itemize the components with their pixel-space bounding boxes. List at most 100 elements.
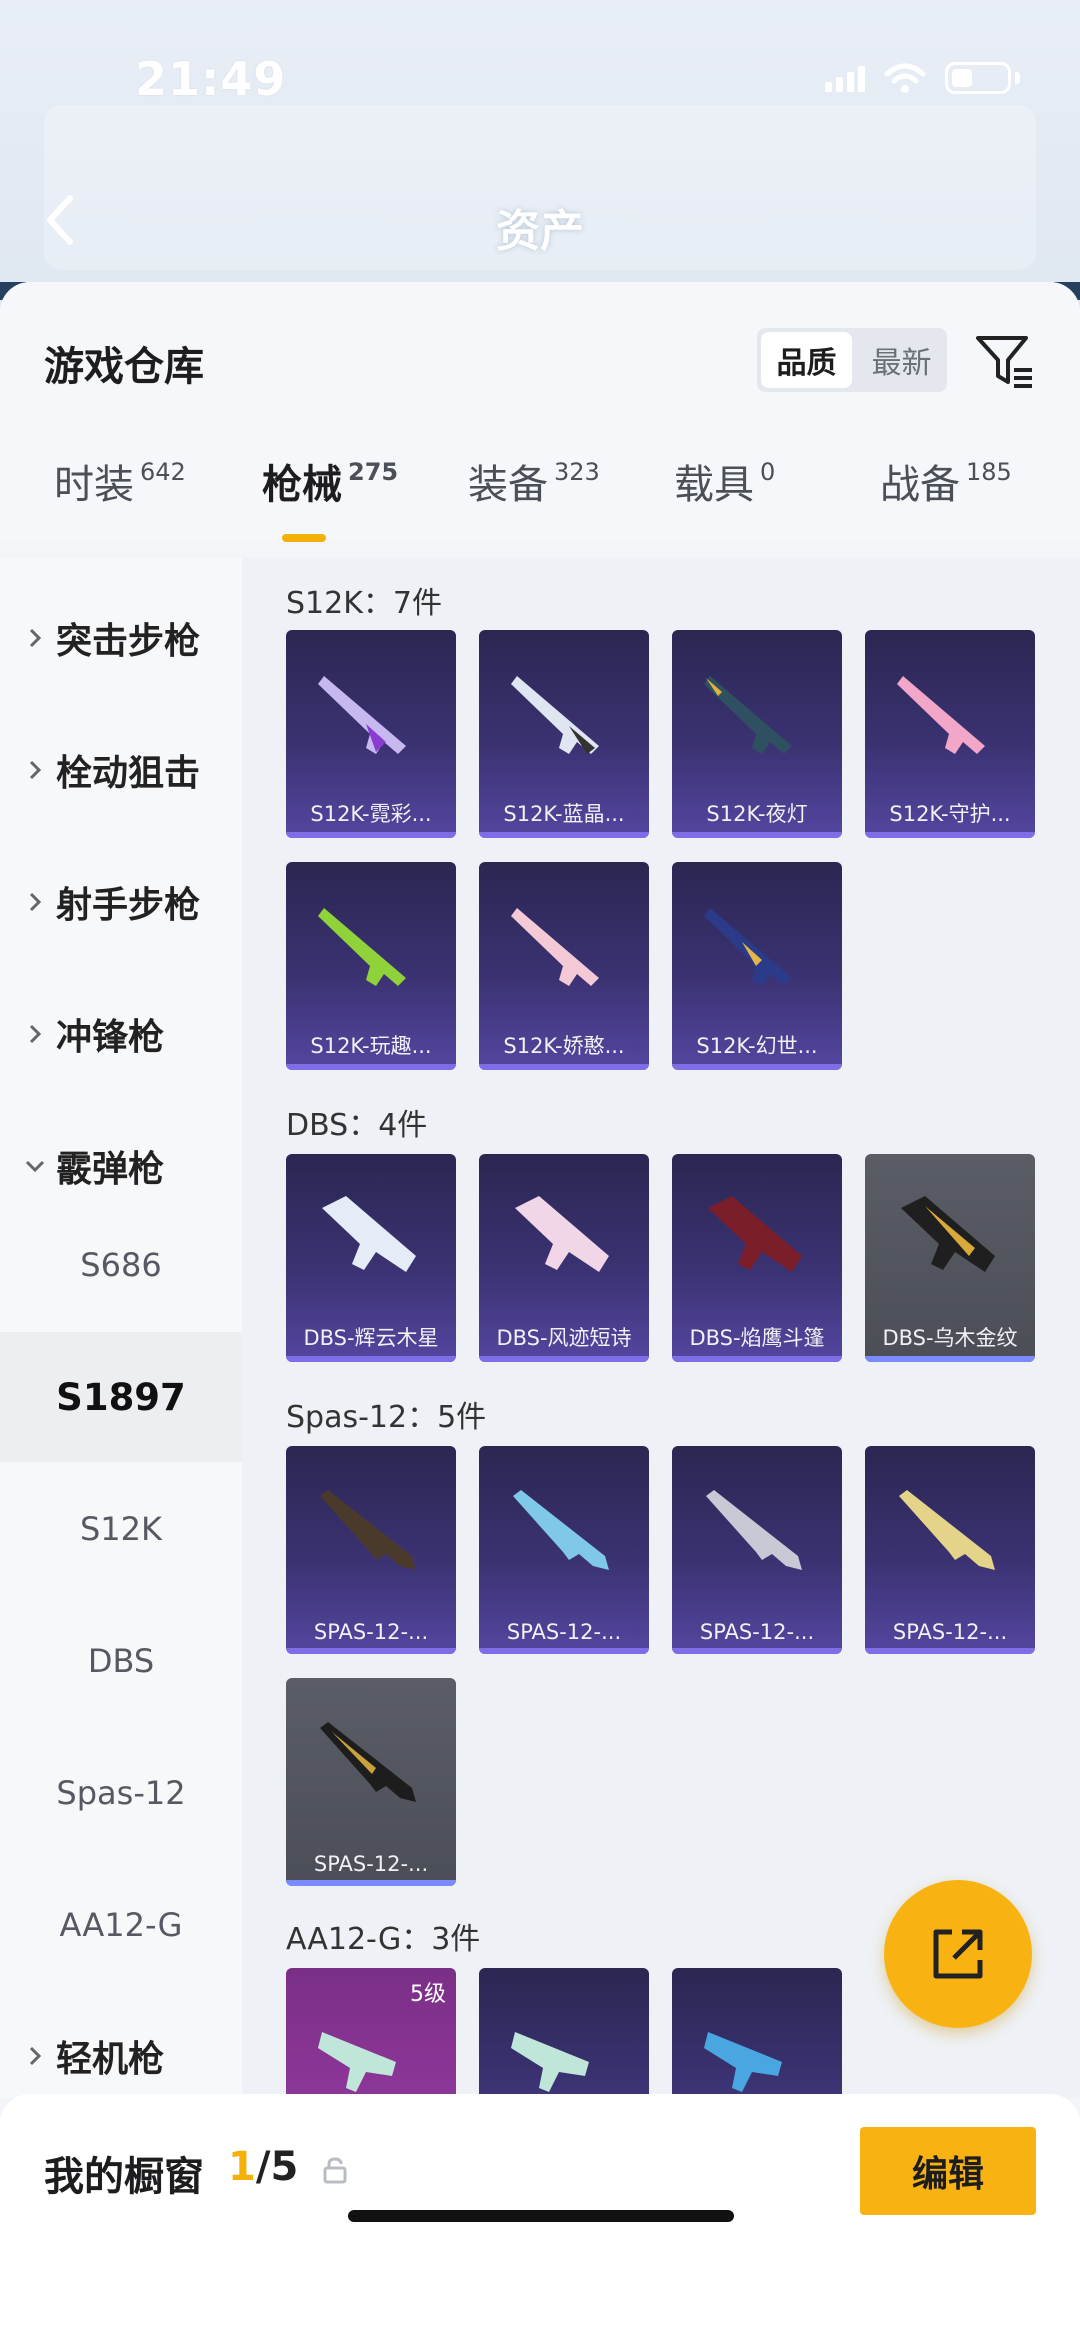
skin-card[interactable]: S12K-玩趣... bbox=[286, 862, 456, 1070]
filter-icon[interactable] bbox=[972, 330, 1036, 394]
skin-card[interactable]: SPAS-12-... bbox=[286, 1678, 456, 1886]
gun-icon bbox=[511, 2032, 589, 2092]
group-title-dbs: DBS：4件 bbox=[286, 1108, 428, 1143]
app-header: 21:49 资产 bbox=[0, 0, 1080, 300]
skin-name: DBS-焰鹰斗篷 bbox=[689, 1326, 825, 1350]
skin-card[interactable]: DBS-风迹短诗 bbox=[479, 1154, 649, 1362]
chevron-down-icon bbox=[25, 1160, 45, 1173]
sidebar-sub-dbs[interactable]: DBS bbox=[0, 1596, 242, 1726]
gun-icon bbox=[322, 1196, 416, 1272]
showcase-title: 我的橱窗 bbox=[44, 2154, 204, 2200]
battery-icon bbox=[945, 62, 1011, 94]
skin-card[interactable]: SPAS-12-... bbox=[672, 1446, 842, 1654]
skin-card[interactable] bbox=[479, 1968, 649, 2098]
tab-fashion[interactable]: 时装 642 bbox=[54, 452, 186, 510]
sidebar-item-assault-rifle[interactable]: 突击步枪 bbox=[24, 608, 200, 668]
sidebar-sub-s686[interactable]: S686 bbox=[0, 1200, 242, 1330]
gun-icon bbox=[320, 1722, 416, 1802]
skin-name: SPAS-12-... bbox=[506, 1620, 622, 1644]
showcase-count: 1/5 bbox=[228, 2144, 299, 2190]
skin-card[interactable]: S12K-娇憨... bbox=[479, 862, 649, 1070]
status-time: 21:49 bbox=[135, 52, 287, 106]
skin-card[interactable]: DBS-乌木金纹 bbox=[865, 1154, 1035, 1362]
share-icon bbox=[933, 1929, 983, 1979]
chevron-right-icon bbox=[29, 892, 42, 912]
skin-name: S12K-幻世... bbox=[696, 1034, 818, 1058]
skin-name: SPAS-12-... bbox=[892, 1620, 1008, 1644]
chevron-right-icon bbox=[29, 628, 42, 648]
chevron-right-icon bbox=[29, 2046, 42, 2066]
group-title-s12k: S12K：7件 bbox=[286, 586, 442, 621]
status-icons bbox=[825, 62, 1020, 94]
skin-name: S12K-守护... bbox=[889, 802, 1011, 826]
gun-icon bbox=[320, 1490, 416, 1570]
sidebar-item-smg[interactable]: 冲锋枪 bbox=[24, 1004, 164, 1064]
tab-vehicles[interactable]: 载具 0 bbox=[674, 452, 775, 510]
skin-name: S12K-霓彩... bbox=[310, 802, 432, 826]
gun-icon bbox=[318, 908, 406, 986]
wifi-icon bbox=[884, 63, 926, 93]
skin-name: S12K-蓝晶... bbox=[503, 802, 625, 826]
share-button[interactable] bbox=[884, 1880, 1032, 2028]
active-tab-indicator bbox=[282, 534, 326, 542]
tab-supplies[interactable]: 战备 185 bbox=[880, 452, 1012, 510]
skin-card[interactable]: DBS-辉云木星 bbox=[286, 1154, 456, 1362]
gun-icon bbox=[318, 676, 406, 754]
skin-name: SPAS-12-... bbox=[313, 1852, 429, 1876]
sidebar-sub-spas12[interactable]: Spas-12 bbox=[0, 1728, 242, 1858]
gun-icon bbox=[897, 676, 985, 754]
edit-button[interactable]: 编辑 bbox=[860, 2127, 1036, 2215]
gun-icon bbox=[899, 1490, 995, 1570]
home-indicator bbox=[348, 2210, 734, 2222]
skin-name: S12K-娇憨... bbox=[503, 1034, 625, 1058]
sidebar-item-marksman-rifle[interactable]: 射手步枪 bbox=[24, 872, 200, 932]
skin-name: DBS-辉云木星 bbox=[303, 1326, 439, 1350]
skin-card[interactable]: DBS-焰鹰斗篷 bbox=[672, 1154, 842, 1362]
gun-icon bbox=[704, 2032, 782, 2092]
sidebar-item-shotgun[interactable]: 霰弹枪 bbox=[24, 1136, 164, 1196]
sidebar-item-lmg[interactable]: 轻机枪 bbox=[24, 2026, 164, 2086]
sort-latest-button[interactable]: 最新 bbox=[856, 328, 947, 392]
gun-icon bbox=[706, 1490, 802, 1570]
skin-card[interactable]: S12K-守护... bbox=[865, 630, 1035, 838]
skin-card[interactable]: SPAS-12-... bbox=[479, 1446, 649, 1654]
tab-guns[interactable]: 枪械 275 bbox=[262, 452, 398, 510]
sidebar-sub-s1897[interactable]: S1897 bbox=[0, 1332, 242, 1462]
skin-card[interactable]: SPAS-12-... bbox=[865, 1446, 1035, 1654]
gun-icon bbox=[515, 1196, 609, 1272]
weapon-grid: S12K：7件 S12K-霓彩... S12K-蓝晶... S12K-夜灯 S1… bbox=[242, 558, 1080, 2098]
skin-card[interactable]: 5级 bbox=[286, 1968, 456, 2098]
gun-icon bbox=[513, 1490, 609, 1570]
category-tabs: 时装 642 枪械 275 装备 323 载具 0 战备 185 bbox=[0, 442, 1080, 542]
sidebar-item-bolt-sniper[interactable]: 栓动狙击 bbox=[24, 740, 200, 800]
signal-icon bbox=[825, 64, 865, 92]
gun-icon bbox=[901, 1196, 995, 1272]
sidebar-sub-aa12g[interactable]: AA12-G bbox=[0, 1860, 242, 1990]
lock-icon bbox=[323, 2157, 347, 2184]
skin-card[interactable]: S12K-霓彩... bbox=[286, 630, 456, 838]
battery-tip bbox=[1015, 72, 1020, 84]
group-title-spas12: Spas-12：5件 bbox=[286, 1400, 487, 1435]
skin-card[interactable]: SPAS-12-... bbox=[286, 1446, 456, 1654]
tab-equipment[interactable]: 装备 323 bbox=[468, 452, 600, 510]
skin-card[interactable]: S12K-夜灯 bbox=[672, 630, 842, 838]
skin-card[interactable] bbox=[672, 1968, 842, 2098]
skin-name: SPAS-12-... bbox=[699, 1620, 815, 1644]
skin-card[interactable]: S12K-幻世... bbox=[672, 862, 842, 1070]
skin-name: DBS-乌木金纹 bbox=[882, 1326, 1018, 1350]
gun-icon bbox=[511, 676, 599, 754]
gun-icon bbox=[511, 908, 599, 986]
skin-card[interactable]: S12K-蓝晶... bbox=[479, 630, 649, 838]
skin-name: S12K-夜灯 bbox=[706, 802, 808, 826]
sidebar-sub-s12k[interactable]: S12K bbox=[0, 1464, 242, 1594]
gun-icon bbox=[704, 676, 792, 754]
skin-name: DBS-风迹短诗 bbox=[496, 1326, 632, 1350]
chevron-right-icon bbox=[29, 760, 42, 780]
warehouse-sheet: 游戏仓库 品质 最新 时装 642 枪械 275 装备 323 载具 0 战备 185 突… bbox=[0, 282, 1080, 2341]
group-title-aa12g: AA12-G：3件 bbox=[286, 1922, 481, 1957]
sort-quality-button[interactable]: 品质 bbox=[761, 332, 852, 388]
warehouse-title: 游戏仓库 bbox=[44, 344, 204, 390]
skin-name: S12K-玩趣... bbox=[310, 1034, 432, 1058]
gun-icon bbox=[704, 908, 792, 986]
gun-icon bbox=[708, 1196, 802, 1272]
